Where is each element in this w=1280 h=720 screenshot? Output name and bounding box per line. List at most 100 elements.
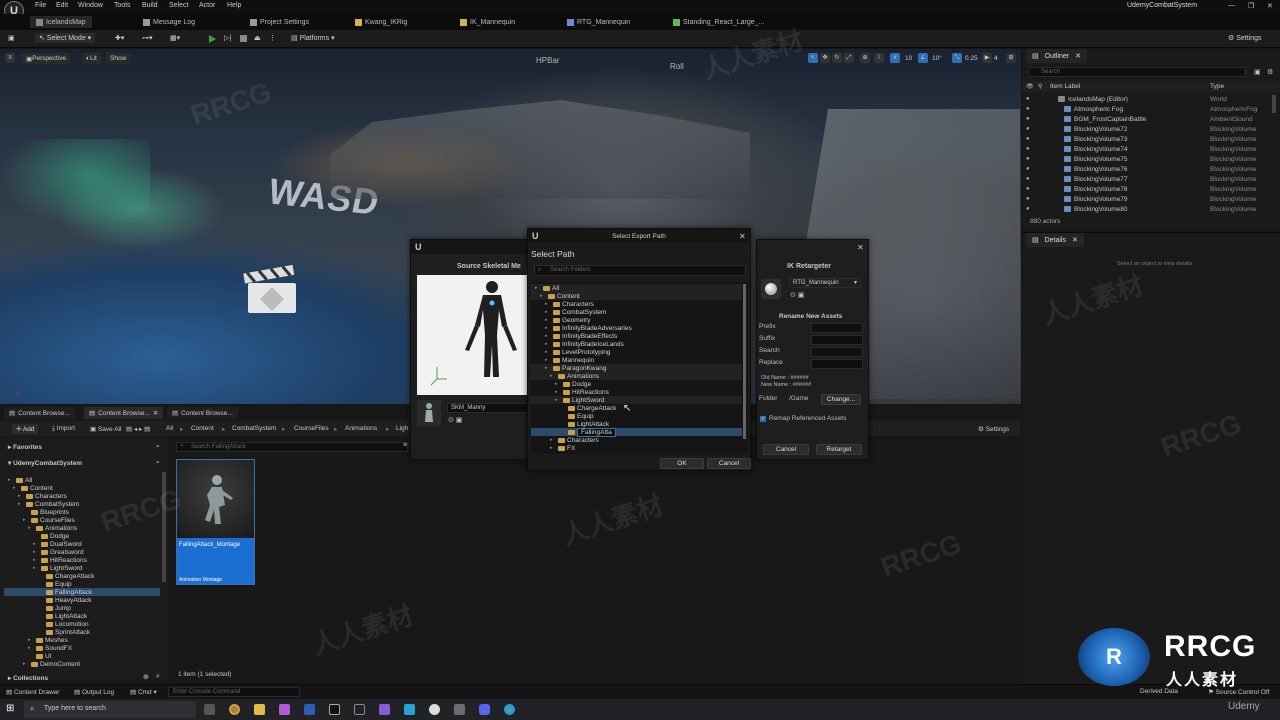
onenote-icon[interactable] <box>279 704 290 715</box>
cb-tree-item[interactable]: Locomotion <box>4 620 160 628</box>
chevron-icon[interactable]: ▸ <box>555 389 561 395</box>
output-log-button[interactable]: ▤ Output Log <box>74 688 114 696</box>
taskbar-search-box[interactable]: ⌕ Type here to search <box>24 701 196 718</box>
change-folder-button[interactable]: Change... <box>821 394 861 405</box>
visibility-icon[interactable]: ● <box>1026 186 1030 192</box>
outliner-row[interactable]: ● BlockingVolume80 BlockingVolume <box>1022 204 1274 214</box>
menu-build[interactable]: Build <box>142 2 158 9</box>
tab-icelandsmap[interactable]: IcelandsMap <box>30 16 92 28</box>
export-tree-item[interactable]: ▸ FX <box>531 444 742 452</box>
export-tree-item[interactable]: ChargeAttack <box>531 404 742 412</box>
translate-icon[interactable]: ✥ <box>820 53 830 63</box>
chevron-icon[interactable]: ▸ <box>555 381 561 387</box>
export-tree-item[interactable]: ▸ Characters <box>531 300 742 308</box>
chevron-icon[interactable]: ▸ <box>23 661 29 667</box>
outliner-row[interactable]: ● BlockingVolume78 BlockingVolume <box>1022 184 1274 194</box>
add-collection-icon[interactable]: ⊕ <box>143 673 149 681</box>
menu-select[interactable]: Select <box>169 2 188 9</box>
minimize-icon[interactable]: — <box>1228 2 1235 9</box>
remap-checkbox[interactable]: ✓ <box>760 416 766 422</box>
suffix-input[interactable] <box>811 335 863 345</box>
chevron-icon[interactable]: ▸ <box>28 637 34 643</box>
cb-tree-item[interactable]: Jump <box>4 604 160 612</box>
outliner-row[interactable]: ● IcelandsMap (Editor) World <box>1022 94 1274 104</box>
visibility-icon[interactable]: ● <box>1026 136 1030 142</box>
chevron-icon[interactable]: ▸ <box>8 477 14 483</box>
close-icon[interactable]: ✕ <box>857 243 864 252</box>
chevron-icon[interactable]: ▸ <box>33 549 39 555</box>
close-icon[interactable]: ✕ <box>153 409 158 417</box>
close-icon[interactable]: ✕ <box>1075 52 1081 60</box>
col-item-label[interactable]: Item Label <box>1050 83 1080 90</box>
content-drawer-button[interactable]: ▤ Content Drawer <box>6 688 59 696</box>
chevron-icon[interactable]: ▸ <box>33 541 39 547</box>
replace-input[interactable] <box>811 359 863 369</box>
outliner-row[interactable]: ● BlockingVolume72 BlockingVolume <box>1022 124 1274 134</box>
tab-details[interactable]: ▤ Details ✕ <box>1026 233 1084 247</box>
export-tree-item[interactable]: LightAttack <box>531 420 742 428</box>
folder-search-input[interactable]: ⌕ Search Folders <box>534 265 746 276</box>
browse-icon[interactable]: ⊙ ▣ <box>448 416 462 424</box>
unreal-engine-2-icon[interactable] <box>354 704 365 715</box>
rotate-icon[interactable]: ↻ <box>832 53 842 63</box>
cb-tree-scrollbar[interactable] <box>162 472 166 582</box>
chevron-icon[interactable]: ▸ <box>545 317 551 323</box>
favorites-header[interactable]: ▸ Favorites <box>8 443 42 451</box>
tab-ik-mannequin[interactable]: IK_Mannequin <box>460 16 515 28</box>
retargeter-dropdown[interactable]: RTG_Mannequin ▾ <box>789 278 861 288</box>
tab-standing-react[interactable]: Standing_React_Large_... <box>673 16 764 28</box>
grid-snap-value[interactable]: 10 <box>901 53 916 64</box>
tab-message-log[interactable]: Message Log <box>143 16 195 28</box>
close-window-icon[interactable]: ✕ <box>1267 2 1273 10</box>
stop-icon[interactable] <box>240 35 247 42</box>
chevron-icon[interactable]: ▸ <box>550 445 556 451</box>
cb-tree-item[interactable]: ▸ HitReactions <box>4 556 160 564</box>
step-icon[interactable]: ▷| <box>224 34 231 42</box>
cb-tree-item[interactable]: ▸ LightSword <box>4 564 160 572</box>
surface-snap-icon[interactable]: ⌇ <box>874 53 884 63</box>
outliner-scrollbar[interactable] <box>1272 95 1276 113</box>
pin-icon[interactable]: ⚲ <box>1038 83 1042 90</box>
chevron-icon[interactable]: ▸ <box>545 349 551 355</box>
cb-search-input[interactable]: Search FallingAttack <box>176 442 408 452</box>
cb-tree-item[interactable]: ▸ CourseFiles <box>4 516 160 524</box>
mail-icon[interactable] <box>404 704 415 715</box>
cb-tree-item[interactable]: HeavyAttack <box>4 596 160 604</box>
import-button[interactable]: ⤓ Import <box>52 425 75 433</box>
outliner-row[interactable]: ● BlockingVolume77 BlockingVolume <box>1022 174 1274 184</box>
chevron-icon[interactable]: ▸ <box>13 485 19 491</box>
cb-tree-item[interactable]: Dodge <box>4 532 160 540</box>
maximize-icon[interactable]: ❐ <box>1248 2 1254 10</box>
col-type[interactable]: Type <box>1210 83 1224 90</box>
chevron-icon[interactable]: ▸ <box>545 301 551 307</box>
cb-tree-item[interactable]: ▸ CombatSystem <box>4 500 160 508</box>
outliner-row[interactable]: ● BlockingVolume76 BlockingVolume <box>1022 164 1274 174</box>
cb-tree-item[interactable]: ▸ All <box>4 476 160 484</box>
export-tree-item[interactable]: ▸ Mannequin <box>531 356 742 364</box>
select-tool-icon[interactable]: ↖ <box>808 53 818 63</box>
chevron-icon[interactable]: ▸ <box>540 293 546 299</box>
menu-file[interactable]: File <box>35 2 46 9</box>
outliner-row[interactable]: ● Atmospheric Fog AtmosphericFog <box>1022 104 1274 114</box>
visibility-icon[interactable]: ● <box>1026 196 1030 202</box>
visibility-icon[interactable]: ● <box>1026 206 1030 212</box>
collections-header[interactable]: ▸ Collections <box>8 674 48 682</box>
chevron-icon[interactable]: ▸ <box>33 565 39 571</box>
maximize-viewport-icon[interactable]: ⊞ <box>1006 53 1016 63</box>
grid-snap-icon[interactable]: # <box>890 53 900 63</box>
export-tree-item[interactable]: ▸ Dodge <box>531 380 742 388</box>
outliner-settings-icon[interactable]: ⚙ <box>1267 68 1273 76</box>
visibility-icon[interactable]: ● <box>1026 126 1030 132</box>
export-tree-item[interactable]: Equip <box>531 412 742 420</box>
export-tree-item[interactable]: ▸ Animations <box>531 372 742 380</box>
play-icon[interactable] <box>209 35 216 43</box>
chevron-icon[interactable]: ▸ <box>555 397 561 403</box>
prefix-input[interactable] <box>811 323 863 333</box>
visibility-icon[interactable]: ● <box>1026 176 1030 182</box>
chevron-icon[interactable]: ▸ <box>18 501 24 507</box>
chevron-icon[interactable]: ▸ <box>545 357 551 363</box>
cb-tree-item[interactable]: ▸ Characters <box>4 492 160 500</box>
export-ok-button[interactable]: OK <box>660 458 704 469</box>
chevron-icon[interactable]: ▸ <box>545 309 551 315</box>
menu-tools[interactable]: Tools <box>114 2 130 9</box>
